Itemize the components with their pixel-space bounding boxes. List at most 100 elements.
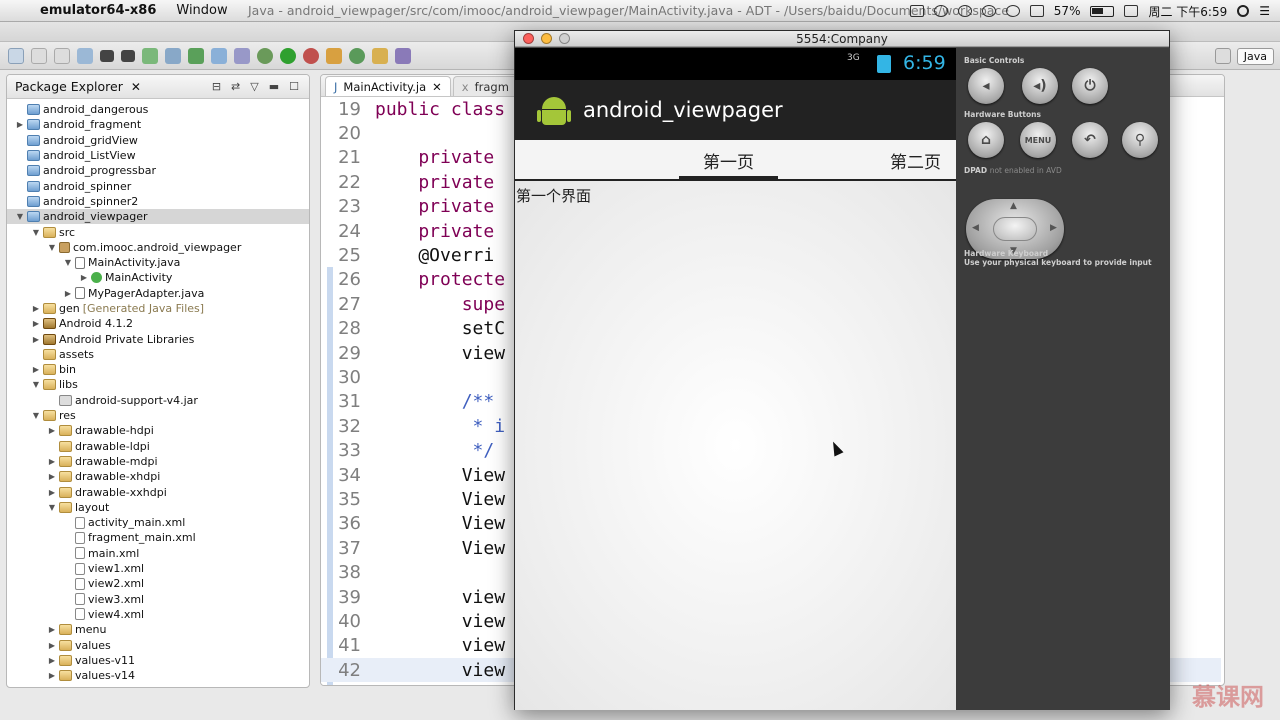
view-menu-icon[interactable]: ▽ bbox=[250, 80, 258, 93]
link-editor-icon[interactable]: ⇄ bbox=[231, 80, 240, 93]
tree-item[interactable]: view2.xml bbox=[7, 576, 309, 591]
wifi-icon[interactable] bbox=[1005, 5, 1020, 17]
open-perspective-icon[interactable] bbox=[1214, 48, 1231, 64]
tree-item[interactable]: ▼ libs bbox=[7, 377, 309, 392]
tab-fragment[interactable]: x fragm bbox=[452, 76, 518, 96]
minimize-icon[interactable]: ▬ bbox=[269, 80, 279, 93]
sync-icon[interactable] bbox=[933, 5, 948, 17]
volume-icon[interactable] bbox=[1029, 5, 1044, 17]
android-launcher-icon[interactable] bbox=[537, 93, 571, 127]
volume-up-icon[interactable]: ◂) bbox=[1022, 68, 1058, 104]
android-sdk-icon[interactable] bbox=[142, 47, 158, 64]
tree-twisty-icon[interactable]: ▶ bbox=[79, 273, 89, 282]
time-machine-icon[interactable] bbox=[957, 5, 972, 17]
package-explorer-title[interactable]: Package Explorer bbox=[15, 79, 123, 94]
tree-item[interactable]: ▶ drawable-xxhdpi bbox=[7, 484, 309, 499]
tree-item[interactable]: ▼ com.imooc.android_viewpager bbox=[7, 240, 309, 255]
tree-item[interactable]: ▶ drawable-xhdpi bbox=[7, 469, 309, 484]
tree-item[interactable]: view1.xml bbox=[7, 561, 309, 576]
tree-item[interactable]: ▶ gen [Generated Java Files] bbox=[7, 301, 309, 316]
tree-item[interactable]: ▼ src bbox=[7, 224, 309, 239]
pager-page[interactable]: 第一个界面 bbox=[515, 181, 956, 710]
input-source-icon[interactable] bbox=[1124, 5, 1139, 17]
menubar-clock[interactable]: 周二 下午6:59 bbox=[1148, 3, 1227, 20]
collapse-all-icon[interactable]: ⊟ bbox=[212, 80, 221, 93]
tree-item[interactable]: ▶ values-v11 bbox=[7, 653, 309, 668]
tree-twisty-icon[interactable]: ▶ bbox=[15, 120, 25, 129]
tree-twisty-icon[interactable]: ▶ bbox=[63, 289, 73, 298]
tree-twisty-icon[interactable]: ▼ bbox=[15, 212, 25, 221]
new-android-project-icon[interactable] bbox=[211, 47, 227, 64]
tree-item[interactable]: drawable-ldpi bbox=[7, 439, 309, 454]
notification-list-icon[interactable]: ☰ bbox=[1259, 4, 1270, 18]
dpad-up-icon[interactable]: ▲ bbox=[1010, 201, 1017, 211]
save-all-icon[interactable] bbox=[54, 47, 70, 64]
tree-item[interactable]: view3.xml bbox=[7, 592, 309, 607]
run-icon[interactable] bbox=[280, 47, 296, 64]
new-java-class-icon[interactable] bbox=[349, 47, 365, 64]
minimize-window-button[interactable] bbox=[541, 33, 552, 44]
tree-item[interactable]: fragment_main.xml bbox=[7, 530, 309, 545]
tree-item[interactable]: ▶ values bbox=[7, 637, 309, 652]
tree-twisty-icon[interactable]: ▶ bbox=[47, 625, 57, 634]
tab-main-activity[interactable]: J MainActivity.ja ✕ bbox=[325, 76, 451, 96]
tree-twisty-icon[interactable]: ▶ bbox=[31, 304, 41, 313]
external-tools-icon[interactable] bbox=[303, 47, 319, 64]
tree-item[interactable]: ▼ MainActivity.java bbox=[7, 255, 309, 270]
tree-item[interactable]: android_spinner2 bbox=[7, 194, 309, 209]
tree-twisty-icon[interactable]: ▼ bbox=[47, 243, 57, 252]
tree-twisty-icon[interactable]: ▼ bbox=[31, 411, 41, 420]
debug-icon[interactable] bbox=[257, 47, 273, 64]
tree-item[interactable]: activity_main.xml bbox=[7, 515, 309, 530]
menubar-app-name[interactable]: emulator64-x86 bbox=[40, 3, 156, 18]
tree-item[interactable]: ▼ layout bbox=[7, 500, 309, 515]
download-icon[interactable] bbox=[121, 49, 135, 62]
tree-item[interactable]: ▶ values-v14 bbox=[7, 668, 309, 683]
tree-twisty-icon[interactable]: ▶ bbox=[31, 335, 41, 344]
search-icon[interactable]: ⚲ bbox=[1122, 122, 1158, 158]
tree-item[interactable]: ▶ android_fragment bbox=[7, 117, 309, 132]
screen-record-icon[interactable] bbox=[909, 5, 924, 17]
tree-twisty-icon[interactable]: ▶ bbox=[47, 472, 57, 481]
tree-twisty-icon[interactable]: ▼ bbox=[47, 503, 57, 512]
tree-item[interactable]: android-support-v4.jar bbox=[7, 393, 309, 408]
zoom-window-button[interactable] bbox=[559, 33, 570, 44]
bluetooth-icon[interactable] bbox=[981, 5, 996, 17]
dpad-right-icon[interactable]: ▶ bbox=[1050, 223, 1057, 233]
tree-twisty-icon[interactable]: ▼ bbox=[31, 228, 41, 237]
back-icon[interactable]: ↶ bbox=[1072, 122, 1108, 158]
save-icon[interactable] bbox=[31, 47, 47, 64]
tree-item[interactable]: main.xml bbox=[7, 546, 309, 561]
tree-item[interactable]: ▶ Android 4.1.2 bbox=[7, 316, 309, 331]
close-icon[interactable]: ✕ bbox=[131, 80, 141, 94]
device-screen[interactable]: 3G 6:59 android_viewpager 第一页 第二页 第一个界面 bbox=[515, 48, 956, 710]
battery-icon[interactable] bbox=[1090, 5, 1115, 17]
print-icon[interactable] bbox=[77, 47, 93, 64]
tree-item[interactable]: android_gridView bbox=[7, 133, 309, 148]
tree-item[interactable]: android_ListView bbox=[7, 148, 309, 163]
tree-item[interactable]: view4.xml bbox=[7, 607, 309, 622]
lint-icon[interactable] bbox=[188, 47, 204, 64]
tree-twisty-icon[interactable]: ▶ bbox=[47, 426, 57, 435]
tree-item[interactable]: android_progressbar bbox=[7, 163, 309, 178]
tree-twisty-icon[interactable]: ▶ bbox=[47, 457, 57, 466]
volume-down-icon[interactable]: ◂ bbox=[968, 68, 1004, 104]
tree-item[interactable]: ▶ MainActivity bbox=[7, 270, 309, 285]
open-type-icon[interactable] bbox=[372, 47, 388, 64]
home-icon[interactable]: ⌂ bbox=[968, 122, 1004, 158]
menu-window[interactable]: Window bbox=[176, 3, 227, 18]
tree-item[interactable]: ▶ bin bbox=[7, 362, 309, 377]
close-window-button[interactable] bbox=[523, 33, 534, 44]
tree-item[interactable]: assets bbox=[7, 347, 309, 362]
tree-item[interactable]: android_dangerous bbox=[7, 102, 309, 117]
tree-twisty-icon[interactable]: ▶ bbox=[31, 319, 41, 328]
tree-twisty-icon[interactable]: ▶ bbox=[31, 365, 41, 374]
new-xml-icon[interactable] bbox=[234, 47, 250, 64]
tree-item[interactable]: ▼ res bbox=[7, 408, 309, 423]
spotlight-search-icon[interactable] bbox=[1237, 5, 1250, 17]
tree-item[interactable]: ▼ android_viewpager bbox=[7, 209, 309, 225]
java-perspective-button[interactable]: Java bbox=[1236, 47, 1274, 65]
avd-manager-icon[interactable] bbox=[165, 47, 181, 64]
menu-button[interactable]: MENU bbox=[1020, 122, 1056, 158]
tree-twisty-icon[interactable]: ▶ bbox=[47, 671, 57, 680]
